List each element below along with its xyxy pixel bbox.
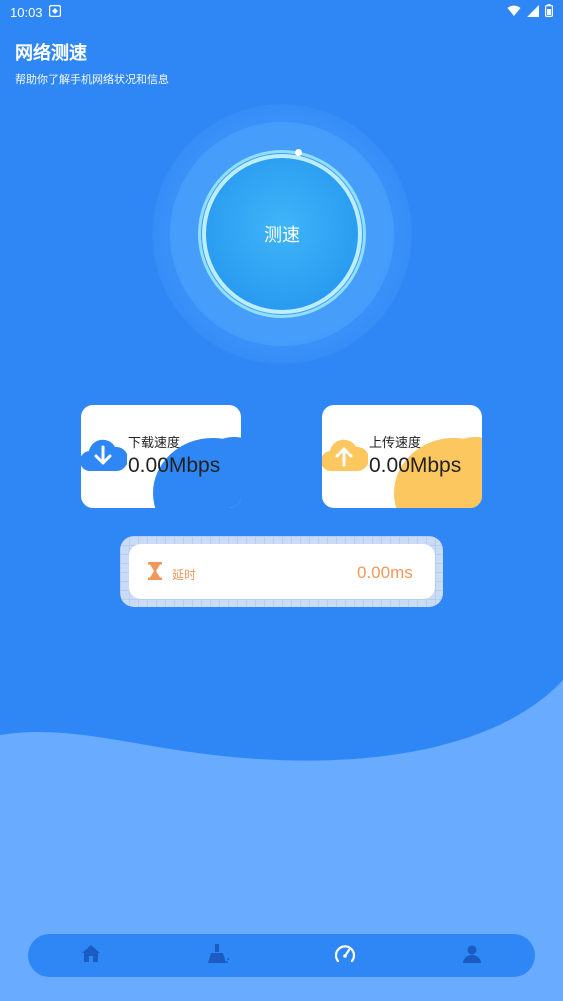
page-title: 网络测速 xyxy=(15,43,87,64)
upload-value: 0.00Mbps xyxy=(369,454,462,477)
broom-icon xyxy=(207,943,230,968)
speed-test-button[interactable]: 测速 xyxy=(206,158,358,310)
home-icon xyxy=(82,945,101,966)
nav-speed-test[interactable] xyxy=(325,936,365,976)
download-card: 下载速度 0.00Mbps xyxy=(81,405,241,508)
status-bar: 10:03 xyxy=(0,0,563,24)
hourglass-icon xyxy=(148,562,162,580)
notification-icon xyxy=(48,4,61,20)
bottom-nav xyxy=(28,934,535,977)
nav-profile[interactable] xyxy=(452,936,492,976)
nav-home[interactable] xyxy=(71,936,111,976)
upload-card: 上传速度 0.00Mbps xyxy=(322,405,482,508)
upload-label: 上传速度 xyxy=(369,436,422,451)
signal-icon xyxy=(527,4,539,20)
page-subtitle: 帮助你了解手机网络状况和信息 xyxy=(15,73,169,86)
progress-dot xyxy=(295,149,302,156)
wifi-icon xyxy=(507,5,521,20)
user-icon xyxy=(462,945,481,967)
latency-value: 0.00ms xyxy=(357,563,413,582)
download-value: 0.00Mbps xyxy=(128,454,221,477)
latency-label: 延时 xyxy=(172,568,197,582)
download-cloud-icon xyxy=(81,435,128,475)
battery-icon xyxy=(545,4,554,20)
upload-cloud-icon xyxy=(322,435,369,475)
nav-clean[interactable] xyxy=(198,936,238,976)
download-label: 下载速度 xyxy=(128,436,181,451)
speed-test-label: 测速 xyxy=(264,225,300,246)
status-time: 10:03 xyxy=(10,4,43,20)
speedometer-icon xyxy=(334,943,356,969)
